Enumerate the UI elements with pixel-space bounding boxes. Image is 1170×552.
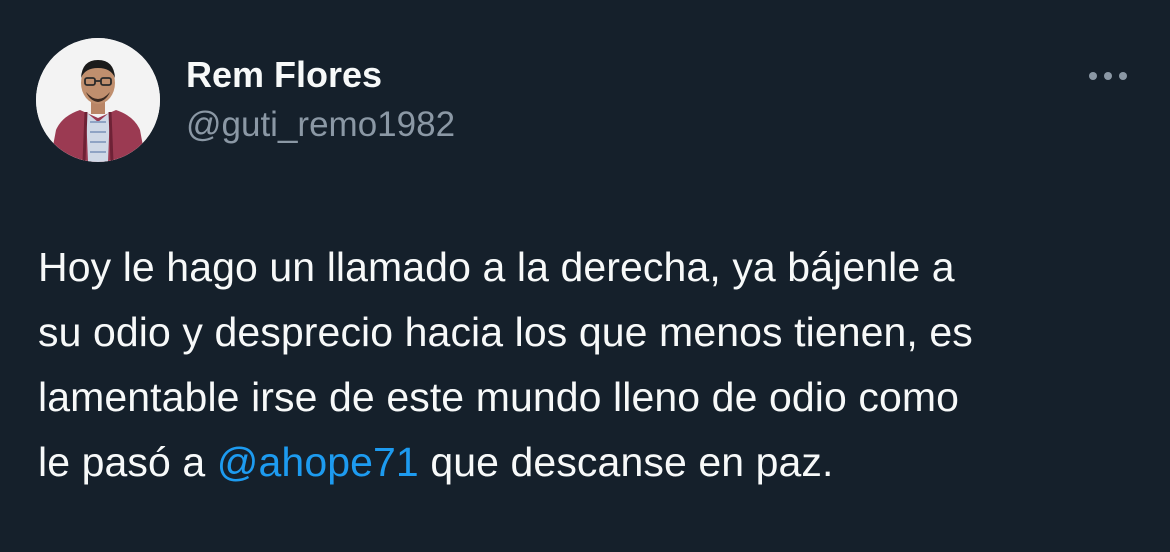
- tweet-text: Hoy le hago un llamado a la derecha, ya …: [38, 235, 1138, 495]
- tweet-text-line: le pasó a @ahope71 que descanse en paz.: [38, 430, 1138, 495]
- author-handle[interactable]: @guti_remo1982: [186, 103, 455, 147]
- tweet-text-line: Hoy le hago un llamado a la derecha, ya …: [38, 244, 955, 290]
- tweet-text-line: lamentable irse de este mundo lleno de o…: [38, 374, 960, 420]
- tweet-text-line: su odio y desprecio hacia los que menos …: [38, 309, 973, 355]
- tweet-text-segment: que descanse en paz.: [418, 439, 834, 485]
- tweet-card: Rem Flores @guti_remo1982 Hoy le hago un…: [0, 0, 1170, 552]
- more-options-icon: [1089, 72, 1127, 80]
- author-avatar[interactable]: [36, 38, 160, 162]
- mention-link[interactable]: @ahope71: [217, 439, 419, 485]
- more-options-button[interactable]: [1082, 58, 1134, 94]
- author-name[interactable]: Rem Flores: [186, 53, 382, 97]
- avatar-photo-icon: [36, 38, 160, 162]
- tweet-text-segment: le pasó a: [38, 439, 217, 485]
